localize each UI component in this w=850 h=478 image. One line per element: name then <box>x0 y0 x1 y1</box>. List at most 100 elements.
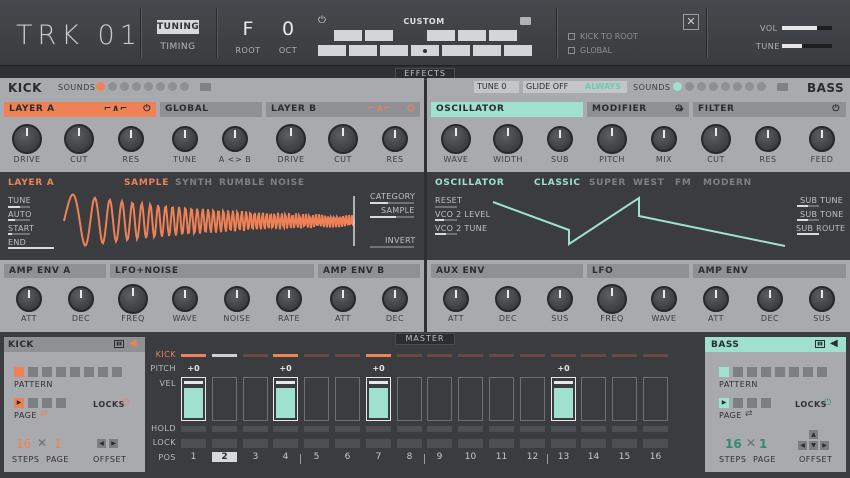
filter-header[interactable]: FILTER ⏻ <box>693 102 846 117</box>
link-x-icon[interactable]: ✕ <box>746 436 756 450</box>
page-play-icon[interactable]: ▶ <box>14 398 24 408</box>
pattern-slot[interactable] <box>112 367 122 377</box>
sus-knob[interactable] <box>547 286 573 312</box>
velocity-step[interactable] <box>366 377 391 421</box>
folder-icon[interactable] <box>520 17 531 25</box>
param-auto-bar[interactable] <box>8 219 30 221</box>
scale-key[interactable] <box>442 45 470 56</box>
page-value[interactable]: 1 <box>54 437 62 451</box>
pattern-slot[interactable] <box>14 367 24 377</box>
dec-knob[interactable] <box>382 286 408 312</box>
vol-slider[interactable] <box>782 26 832 30</box>
pattern-slot[interactable] <box>775 367 785 377</box>
kick-sound-slot[interactable] <box>168 82 177 91</box>
position-step[interactable]: 1 <box>181 452 206 462</box>
velocity-step[interactable] <box>427 377 452 421</box>
pattern-slot[interactable] <box>747 367 757 377</box>
position-step[interactable]: 4 <box>273 452 298 462</box>
velocity-step[interactable] <box>520 377 545 421</box>
mode-noise[interactable]: NOISE <box>270 178 305 188</box>
kick-sound-slot[interactable] <box>120 82 129 91</box>
hold-step[interactable] <box>612 426 637 432</box>
bass-tune-field[interactable]: TUNE 0 <box>474 81 519 93</box>
param-vco2-tune[interactable]: VCO 2 TUNE <box>435 224 487 233</box>
att-knob[interactable] <box>703 286 729 312</box>
position-step[interactable]: 3 <box>243 452 268 462</box>
kick-step[interactable] <box>212 354 237 357</box>
scale-key[interactable] <box>458 30 486 41</box>
global-checkbox[interactable]: GLOBAL <box>568 46 612 55</box>
freq-knob[interactable] <box>597 284 627 314</box>
param-sub-route[interactable]: SUB ROUTE <box>796 224 845 233</box>
bass-sound-slot[interactable] <box>745 82 754 91</box>
mode-west[interactable]: WEST <box>633 178 665 188</box>
kick-step[interactable] <box>581 354 606 357</box>
power-icon[interactable]: ⏻ <box>832 102 840 117</box>
tune-knob[interactable] <box>172 126 198 152</box>
hold-step[interactable] <box>520 426 545 432</box>
lock-step[interactable] <box>212 439 237 448</box>
param-invert[interactable]: INVERT <box>385 236 416 245</box>
lock-step[interactable] <box>243 439 268 448</box>
velocity-step[interactable] <box>304 377 329 421</box>
kick-to-root-checkbox[interactable]: KICK TO ROOT <box>568 32 638 41</box>
param-tune[interactable]: TUNE <box>8 196 31 205</box>
lfo-header[interactable]: LFO <box>587 264 689 278</box>
speaker-icon[interactable]: ◀ <box>129 338 137 349</box>
bass-sound-slot[interactable] <box>697 82 706 91</box>
page-slot[interactable] <box>747 398 757 408</box>
page-slot[interactable] <box>56 398 66 408</box>
param-tune-bar[interactable] <box>8 206 30 208</box>
velocity-step[interactable] <box>643 377 668 421</box>
page-play-icon[interactable]: ▶ <box>719 398 729 408</box>
lock-step[interactable] <box>551 439 576 448</box>
piano-icon[interactable]: ▮▮ <box>815 340 825 348</box>
param-sub-tone[interactable]: SUB TONE <box>800 210 844 219</box>
mode-synth[interactable]: SYNTH <box>175 178 213 188</box>
mode-classic[interactable]: CLASSIC <box>534 178 581 188</box>
bass-sound-slot[interactable] <box>709 82 718 91</box>
scale-key[interactable] <box>365 30 393 41</box>
pattern-slot[interactable] <box>789 367 799 377</box>
scale-key[interactable] <box>318 45 346 56</box>
scale-key-root[interactable] <box>411 45 439 56</box>
param-end-bar[interactable] <box>8 247 54 249</box>
amp-env-header[interactable]: AMP ENV <box>693 264 846 278</box>
wave-knob[interactable] <box>441 124 471 154</box>
lock-step[interactable] <box>427 439 452 448</box>
param-auto[interactable]: AUTO <box>8 210 32 219</box>
scale-key[interactable] <box>380 45 408 56</box>
lock-step[interactable] <box>366 439 391 448</box>
hold-step[interactable] <box>335 426 360 432</box>
layer-b-header[interactable]: LAYER B ⌐∧⌐ ⏻ <box>266 102 420 117</box>
velocity-step[interactable] <box>273 377 298 421</box>
velocity-step[interactable] <box>397 377 422 421</box>
param-sub-tune[interactable]: SUB TUNE <box>800 196 843 205</box>
hold-step[interactable] <box>551 426 576 432</box>
dec-knob[interactable] <box>495 286 521 312</box>
page-slot[interactable] <box>42 398 52 408</box>
page-slot[interactable] <box>28 398 38 408</box>
param-sub-route-bar[interactable] <box>797 233 819 235</box>
param-sub-tone-bar[interactable] <box>797 219 819 221</box>
lock-step[interactable] <box>520 439 545 448</box>
hold-step[interactable] <box>581 426 606 432</box>
hold-step[interactable] <box>243 426 268 432</box>
glide-field[interactable]: GLIDE OFF ALWAYS <box>523 81 627 93</box>
position-step[interactable]: 15 <box>612 452 637 462</box>
att-knob[interactable] <box>330 286 356 312</box>
route-arrow-icon[interactable]: ➔ <box>673 102 687 117</box>
hold-step[interactable] <box>366 426 391 432</box>
velocity-step[interactable] <box>335 377 360 421</box>
page-value[interactable]: 1 <box>759 437 767 451</box>
offset-left-icon[interactable]: ◀ <box>798 441 807 450</box>
lock-step[interactable] <box>335 439 360 448</box>
pattern-slot[interactable] <box>817 367 827 377</box>
scale-key[interactable] <box>427 30 455 41</box>
rate-knob[interactable] <box>276 286 302 312</box>
position-step[interactable]: 7 <box>366 452 391 462</box>
kick-sound-slot[interactable] <box>96 82 105 91</box>
pattern-slot[interactable] <box>56 367 66 377</box>
kick-sound-slot[interactable] <box>180 82 189 91</box>
position-step[interactable]: 11 <box>489 452 514 462</box>
